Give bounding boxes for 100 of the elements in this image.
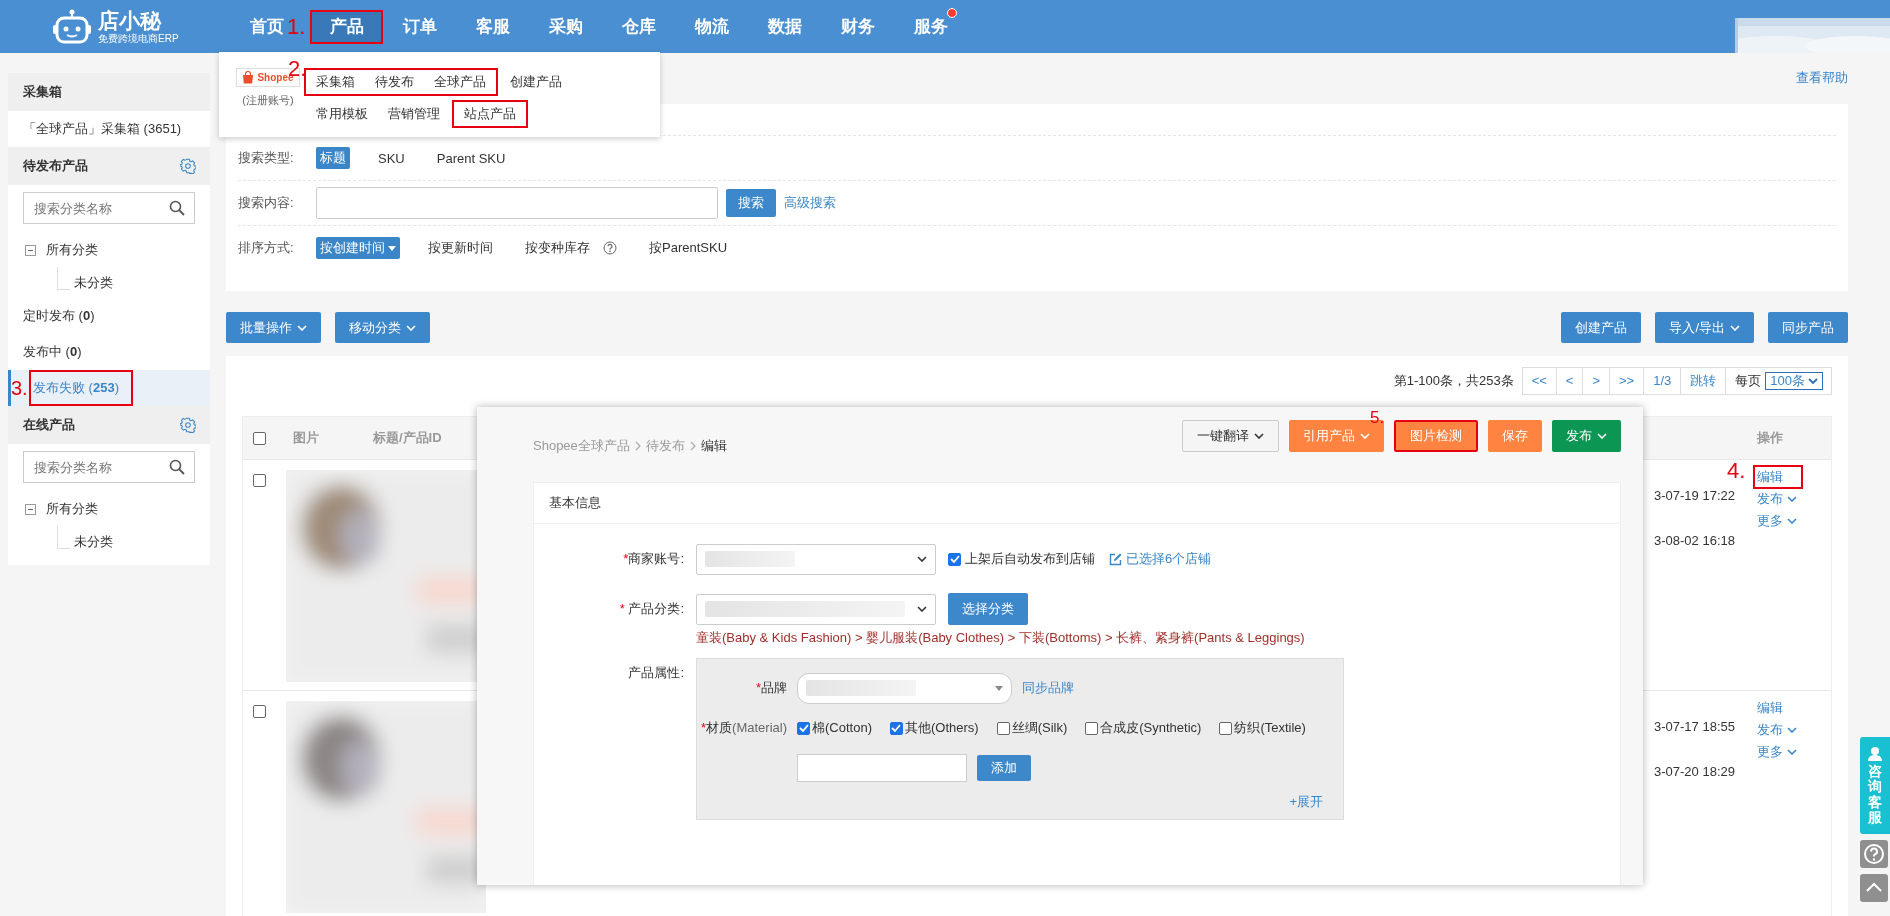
caret-icon xyxy=(995,685,1003,691)
page-summary: 第1-100条，共253条 xyxy=(1393,372,1514,390)
back-to-top-icon[interactable] xyxy=(1860,873,1888,902)
menu-item[interactable]: 营销管理 xyxy=(378,103,450,125)
toolbar-button[interactable]: 同步产品 xyxy=(1768,312,1848,343)
nav-tab[interactable]: 采购 xyxy=(529,11,602,42)
checkbox[interactable] xyxy=(253,431,266,445)
nav-tab[interactable]: 客服 xyxy=(456,11,529,42)
toolbar-button[interactable]: 导入/导出 xyxy=(1655,312,1754,343)
breadcrumb-item[interactable]: 待发布 xyxy=(645,437,685,455)
choose-category-button[interactable]: 选择分类 xyxy=(948,593,1028,625)
customer-service-button[interactable]: 咨询客服 xyxy=(1860,737,1890,834)
action-link[interactable]: 发布 xyxy=(1757,490,1797,508)
help-icon[interactable] xyxy=(603,241,617,255)
search-button[interactable]: 搜索 xyxy=(726,189,776,217)
column-header: 标题/产品ID xyxy=(373,429,443,447)
help-icon[interactable] xyxy=(1860,839,1888,868)
toolbar-button[interactable]: 移动分类 xyxy=(335,312,430,343)
add-button[interactable]: 添加 xyxy=(977,755,1031,781)
collapse-icon[interactable] xyxy=(25,244,36,256)
filter-option[interactable]: 按创建时间 xyxy=(316,237,400,259)
breadcrumb-item[interactable]: Shopee全球产品 xyxy=(533,437,630,455)
action-button[interactable]: 保存 xyxy=(1488,420,1542,452)
per-page-select[interactable]: 100条 xyxy=(1765,372,1823,390)
action-link[interactable]: 更多 xyxy=(1757,512,1797,530)
checkbox[interactable] xyxy=(889,721,903,735)
annotation-number: 3. xyxy=(11,378,29,398)
material-input[interactable] xyxy=(797,754,967,782)
column-header: 操作 xyxy=(1757,429,1784,447)
action-button[interactable]: 图片检测 xyxy=(1394,420,1478,452)
page-button[interactable]: > xyxy=(1583,368,1611,394)
page-button[interactable]: >> xyxy=(1610,368,1645,394)
nav-tab[interactable]: 数据 xyxy=(748,11,821,42)
page-button[interactable]: 1/3 xyxy=(1644,368,1682,394)
checkbox[interactable] xyxy=(948,552,961,566)
sidebar-item[interactable]: 「全球产品」采集箱 (3651) xyxy=(8,111,210,147)
action-link[interactable]: 编辑 xyxy=(1757,699,1783,717)
time-text: 3-07-19 17:22 xyxy=(1654,488,1735,503)
collapse-icon[interactable] xyxy=(25,503,36,515)
expand-link[interactable]: +展开 xyxy=(1289,793,1323,811)
action-link[interactable]: 发布 xyxy=(1757,721,1797,739)
menu-item[interactable]: 创建产品 xyxy=(500,71,572,93)
filter-option[interactable]: 标题 xyxy=(316,147,350,169)
section-title: 采集箱 xyxy=(23,83,62,101)
help-link[interactable]: 查看帮助 xyxy=(1796,69,1848,87)
field-label: *商家账号: xyxy=(622,550,684,568)
menu-item[interactable]: 采集箱 xyxy=(306,71,365,93)
menu-item[interactable]: 待发布 xyxy=(365,71,424,93)
sidebar-item[interactable]: 3. 发布失败 (253) xyxy=(8,370,210,406)
advanced-search-link[interactable]: 高级搜索 xyxy=(784,194,836,212)
checkbox[interactable] xyxy=(996,721,1010,735)
page-button[interactable]: << xyxy=(1522,368,1557,394)
action-link[interactable]: 更多 xyxy=(1757,743,1797,761)
page-button[interactable]: < xyxy=(1556,368,1584,394)
action-link[interactable]: 编辑 xyxy=(1753,465,1803,489)
nav-tab[interactable]: 服务 xyxy=(894,11,967,42)
selected-stores-link[interactable]: 已选择6个店铺 xyxy=(1126,550,1212,568)
chevron-right-icon xyxy=(634,441,641,451)
filter-option[interactable]: Parent SKU xyxy=(432,148,510,168)
edit-icon[interactable] xyxy=(1109,552,1122,566)
filter-option[interactable]: 按ParentSKU xyxy=(645,237,732,259)
toolbar-button[interactable]: 批量操作 xyxy=(226,312,321,343)
nav-tab[interactable]: 物流 xyxy=(675,11,748,42)
settings-icon[interactable] xyxy=(180,158,196,174)
nav-tab[interactable]: 订单 xyxy=(383,11,456,42)
checkbox[interactable] xyxy=(1085,721,1099,735)
action-button[interactable]: 一键翻译 xyxy=(1182,420,1279,452)
tree-item[interactable]: 未分类 xyxy=(74,270,113,296)
sync-brand-link[interactable]: 同步品牌 xyxy=(1022,679,1074,697)
breadcrumb-item[interactable]: 编辑 xyxy=(700,437,727,455)
nav-tab[interactable]: 产品 xyxy=(310,9,383,44)
menu-item[interactable]: 常用模板 xyxy=(306,103,378,125)
nav-tab[interactable]: 财务 xyxy=(821,11,894,42)
search-field[interactable]: 搜索分类名称 xyxy=(23,192,195,224)
filter-option[interactable]: 按更新时间 xyxy=(424,237,497,259)
search-input[interactable] xyxy=(316,187,718,219)
chevron-icon xyxy=(917,556,927,562)
section-title: 基本信息 xyxy=(549,494,601,512)
checkbox[interactable] xyxy=(1219,721,1233,735)
settings-icon[interactable] xyxy=(180,417,196,433)
filter-label: 排序方式: xyxy=(238,239,295,257)
checkbox[interactable] xyxy=(253,705,266,718)
menu-item[interactable]: 全球产品 xyxy=(424,71,496,93)
tree-item[interactable]: 所有分类 xyxy=(46,241,98,259)
checkbox[interactable] xyxy=(797,721,810,735)
tree-item[interactable]: 未分类 xyxy=(74,529,113,555)
filter-option[interactable]: 按变种库存 xyxy=(521,237,621,259)
search-field[interactable]: 搜索分类名称 xyxy=(23,451,195,483)
sidebar-item[interactable]: 发布中 (0) xyxy=(8,334,210,370)
page-button[interactable]: 跳转 xyxy=(1681,368,1727,394)
sidebar-item[interactable]: 定时发布 (0) xyxy=(8,298,210,334)
checkbox[interactable] xyxy=(253,474,266,487)
filter-option[interactable]: SKU xyxy=(374,148,409,168)
search-icon[interactable] xyxy=(169,200,185,216)
tree-item[interactable]: 所有分类 xyxy=(46,500,98,518)
toolbar-button[interactable]: 创建产品 xyxy=(1561,312,1642,343)
action-button[interactable]: 发布 xyxy=(1552,420,1621,452)
nav-tab[interactable]: 仓库 xyxy=(602,11,675,42)
search-icon[interactable] xyxy=(169,459,185,475)
nav-tab[interactable]: 首页 xyxy=(235,11,286,42)
